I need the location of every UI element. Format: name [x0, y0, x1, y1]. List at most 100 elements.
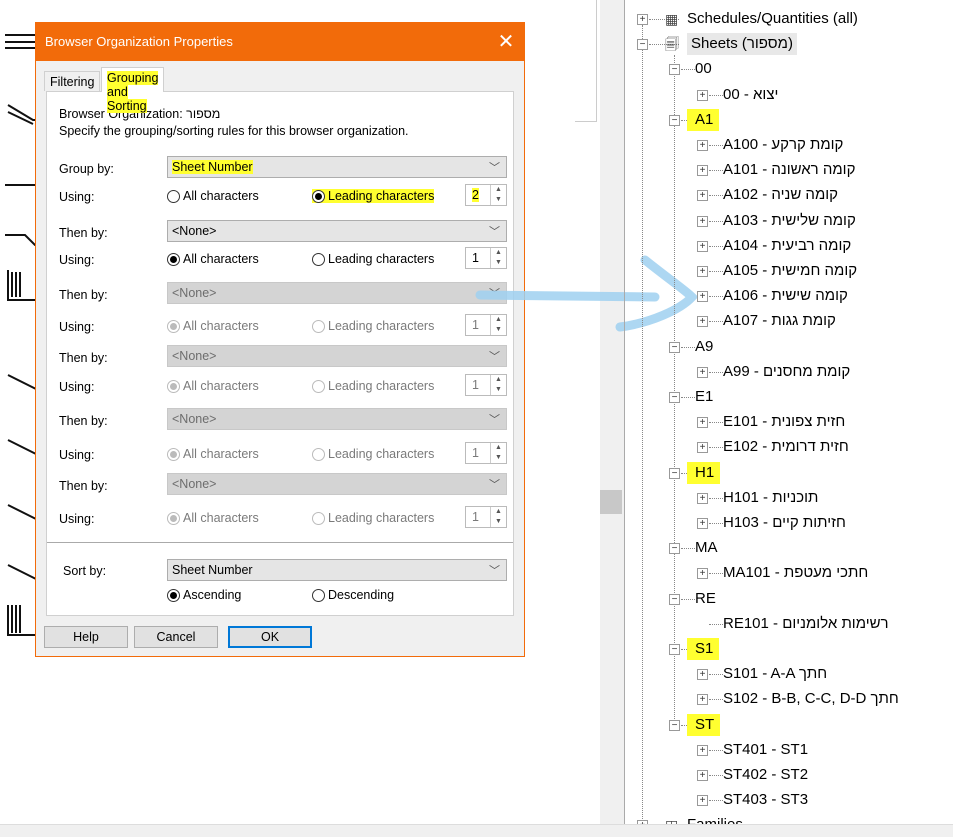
tree-item[interactable]: A107 - קומת גגות: [723, 310, 836, 332]
expand-icon[interactable]: +: [697, 291, 708, 303]
tree-item[interactable]: ST: [687, 713, 721, 736]
leading-characters-radio[interactable]: Leading characters: [312, 511, 434, 525]
tree-item[interactable]: H1: [687, 461, 721, 484]
scrollbar-thumb[interactable]: [600, 490, 622, 514]
splitter[interactable]: [600, 0, 624, 824]
expand-icon[interactable]: +: [697, 442, 708, 454]
tree-item[interactable]: A103 - קומה שלישית: [723, 210, 856, 232]
tree-item[interactable]: MA: [695, 537, 718, 559]
then-by-label: Then by:: [59, 414, 108, 428]
group-by-select[interactable]: Sheet Number ﹀: [167, 156, 507, 178]
collapse-icon[interactable]: −: [669, 543, 680, 555]
tree-item[interactable]: ST402 - ST2: [723, 764, 808, 786]
expand-icon[interactable]: +: [697, 266, 708, 277]
all-characters-radio[interactable]: All characters: [167, 511, 259, 525]
expand-icon[interactable]: +: [697, 89, 708, 101]
then-by-select[interactable]: <None> ﹀: [167, 220, 507, 242]
expand-icon[interactable]: +: [697, 669, 708, 681]
tree-item[interactable]: A104 - קומה רביעית: [723, 235, 851, 257]
collapse-icon[interactable]: −: [669, 644, 680, 655]
cancel-button[interactable]: Cancel: [134, 626, 218, 648]
tree-item[interactable]: 00 - יצוא: [723, 84, 778, 106]
expand-icon[interactable]: +: [697, 417, 708, 429]
expand-icon[interactable]: +: [697, 694, 708, 706]
tree-item[interactable]: ST401 - ST1: [723, 739, 808, 761]
expand-icon[interactable]: +: [697, 316, 708, 328]
ok-button[interactable]: OK: [228, 626, 312, 648]
expand-icon[interactable]: +: [697, 492, 708, 504]
collapse-icon[interactable]: −: [669, 593, 680, 605]
tree-item[interactable]: MA101 - חתכי מעטפת: [723, 562, 868, 584]
leading-characters-radio[interactable]: Leading characters: [312, 319, 434, 333]
expand-icon[interactable]: +: [697, 215, 708, 227]
leading-count-stepper[interactable]: 1 ▲ ▼: [465, 506, 507, 528]
leading-count-stepper[interactable]: 1 ▲ ▼: [465, 442, 507, 464]
leading-characters-radio[interactable]: Leading characters: [312, 379, 434, 393]
expand-icon[interactable]: +: [697, 744, 708, 756]
collapse-icon[interactable]: −: [669, 392, 680, 403]
leading-characters-radio[interactable]: Leading characters: [312, 189, 435, 203]
collapse-icon[interactable]: −: [669, 114, 680, 126]
tree-item[interactable]: 00: [695, 58, 712, 80]
tree-item[interactable]: Sheets (מספור): [687, 33, 797, 56]
tree-item[interactable]: A105 - קומה חמישית: [723, 260, 857, 282]
tree-item[interactable]: ST403 - ST3: [723, 789, 808, 811]
tree-item[interactable]: A100 - קומת קרקע: [723, 134, 843, 156]
leading-characters-radio[interactable]: Leading characters: [312, 252, 434, 266]
tree-item[interactable]: H103 - חזיתות קיים: [723, 512, 846, 534]
then-by-select[interactable]: <None> ﹀: [167, 408, 507, 430]
tree-item[interactable]: S1: [687, 638, 720, 660]
collapse-icon[interactable]: −: [669, 64, 680, 76]
tree-item[interactable]: A101 - קומה ראשונה: [723, 159, 855, 181]
expand-icon[interactable]: +: [697, 795, 708, 807]
ascending-radio[interactable]: Ascending: [167, 588, 241, 602]
expand-icon[interactable]: +: [697, 568, 708, 580]
collapse-icon[interactable]: −: [669, 467, 680, 479]
collapse-icon[interactable]: −: [669, 341, 680, 353]
tree-item[interactable]: H101 - תוכניות: [723, 487, 818, 509]
tab-grouping-and-sorting[interactable]: Grouping and Sorting: [101, 67, 165, 113]
expand-icon[interactable]: +: [697, 770, 708, 781]
tree-item[interactable]: E1: [695, 386, 713, 408]
expand-icon[interactable]: +: [697, 518, 708, 529]
expand-icon[interactable]: +: [697, 140, 708, 151]
then-by-select[interactable]: <None> ﹀: [167, 282, 507, 304]
close-icon[interactable]: ✕: [494, 23, 518, 61]
leading-count-stepper[interactable]: 1 ▲ ▼: [465, 374, 507, 396]
help-button[interactable]: Help: [44, 626, 128, 648]
expand-icon[interactable]: +: [697, 165, 708, 177]
tree-item[interactable]: A1: [687, 108, 720, 131]
then-by-select[interactable]: <None> ﹀: [167, 345, 507, 367]
sort-by-select[interactable]: Sheet Number ﹀: [167, 559, 507, 581]
all-characters-radio[interactable]: All characters: [167, 252, 259, 266]
tree-item-label: E101 - חזית צפונית: [723, 413, 846, 431]
tree-item-label: A101 - קומה ראשונה: [723, 161, 856, 179]
all-characters-radio[interactable]: All characters: [167, 189, 259, 203]
collapse-icon[interactable]: −: [637, 39, 648, 51]
tree-item[interactable]: E101 - חזית צפונית: [723, 411, 845, 433]
tree-item[interactable]: A102 - קומה שניה: [723, 184, 838, 206]
then-by-value: <None>: [172, 349, 217, 363]
tab-filtering[interactable]: Filtering: [44, 71, 101, 91]
tree-item[interactable]: S101 - A-A חתך: [723, 663, 827, 685]
then-by-select[interactable]: <None> ﹀: [167, 473, 507, 495]
all-characters-radio[interactable]: All characters: [167, 379, 259, 393]
tree-item[interactable]: A99 - קומת מחסנים: [723, 361, 850, 383]
tree-item[interactable]: RE: [695, 588, 716, 610]
collapse-icon[interactable]: −: [669, 719, 680, 731]
expand-icon[interactable]: +: [697, 190, 708, 202]
expand-icon[interactable]: +: [697, 366, 708, 378]
tree-item[interactable]: RE101 - רשימות אלומניום: [723, 613, 889, 635]
tree-item[interactable]: E102 - חזית דרומית: [723, 436, 849, 458]
descending-radio[interactable]: Descending: [312, 588, 394, 602]
all-characters-radio[interactable]: All characters: [167, 319, 259, 333]
leading-count-stepper[interactable]: 2 ▲ ▼: [465, 184, 507, 206]
tree-item[interactable]: S102 - B-B, C-C, D-D חתך: [723, 688, 899, 710]
expand-icon[interactable]: +: [637, 14, 648, 25]
tree-item[interactable]: A106 - קומה שישית: [723, 285, 848, 307]
tree-item[interactable]: Schedules/Quantities (all): [687, 8, 858, 30]
expand-icon[interactable]: +: [697, 240, 708, 252]
leading-characters-radio[interactable]: Leading characters: [312, 447, 434, 461]
all-characters-radio[interactable]: All characters: [167, 447, 259, 461]
tree-item[interactable]: A9: [695, 336, 713, 358]
